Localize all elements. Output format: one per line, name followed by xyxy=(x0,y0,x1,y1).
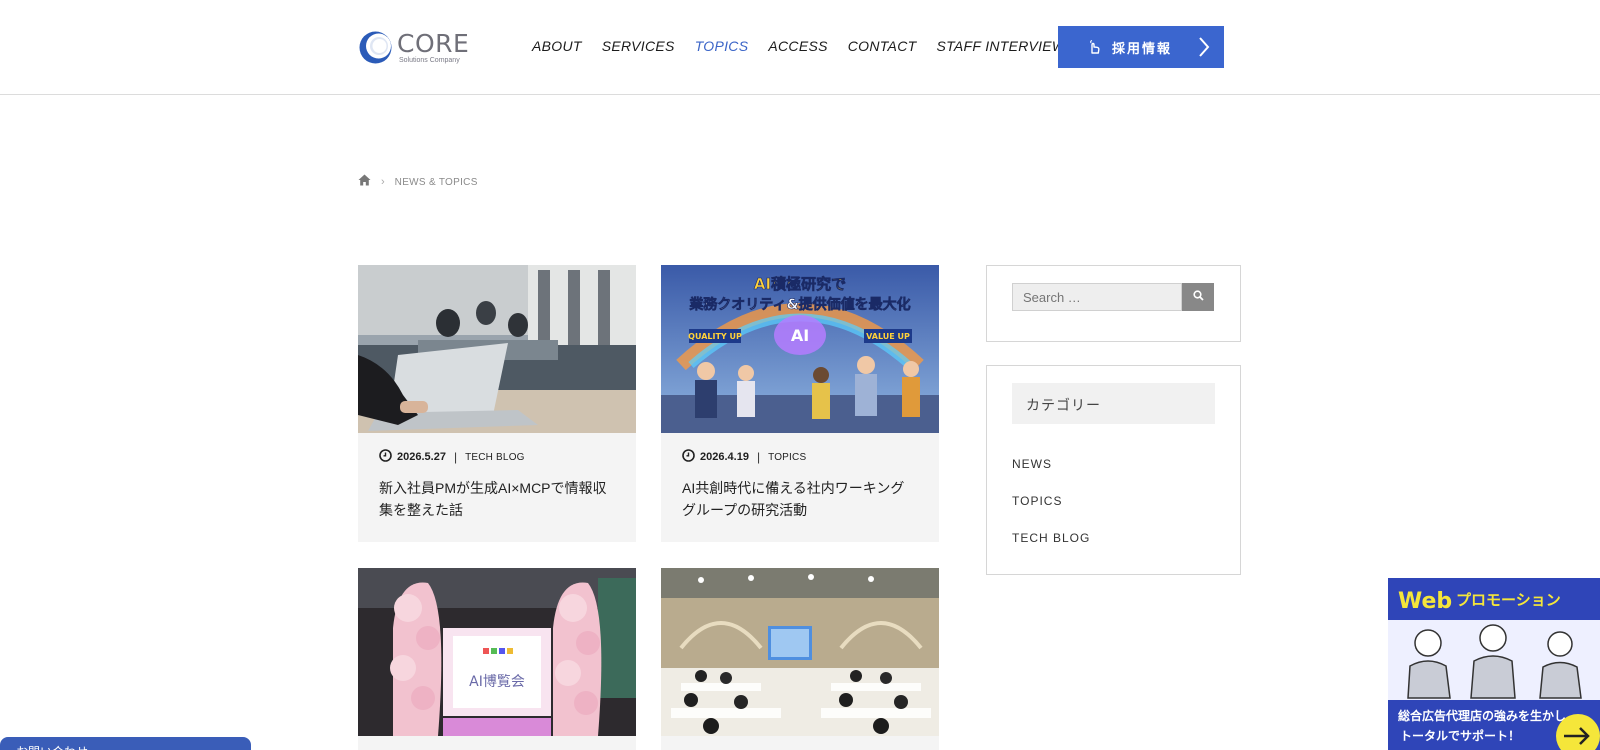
thumb-value-up: VALUE UP xyxy=(866,332,910,341)
post-thumbnail-seminar[interactable] xyxy=(661,568,939,736)
search-button[interactable] xyxy=(1182,283,1214,311)
search-widget xyxy=(986,265,1241,342)
promo-title-web: Web xyxy=(1398,589,1452,614)
search-form xyxy=(1012,283,1214,311)
logo-title: CORE xyxy=(397,29,470,58)
category-link-tech-blog[interactable]: TECH BLOG xyxy=(1012,531,1090,545)
meta-divider: | xyxy=(756,450,761,464)
category-widget: カテゴリー NEWS TOPICS TECH BLOG xyxy=(986,365,1241,575)
recruit-label: 採用情報 xyxy=(1112,40,1173,56)
thumb-ai-center: AI xyxy=(791,326,809,345)
post-card[interactable]: AI博覧会 xyxy=(358,568,636,750)
logo-mark-icon xyxy=(358,30,393,65)
breadcrumb-chevron-icon: › xyxy=(381,176,385,188)
post-date: 2026.5.27 xyxy=(397,451,446,463)
chevron-right-icon xyxy=(1198,37,1210,62)
post-thumbnail-ai-expo[interactable]: AI博覧会 xyxy=(358,568,636,736)
web-promotion-banner[interactable]: Web プロモーション 総合広告代理店の強みを生かし トータルでサポート！ xyxy=(1388,578,1600,750)
category-link-news[interactable]: NEWS xyxy=(1012,457,1052,471)
post-thumbnail-ai-research[interactable]: AI積極研究で 業務クオリティ&提供価値を最大化 AI QUALITY UP V… xyxy=(661,265,939,433)
home-icon[interactable] xyxy=(358,173,371,191)
post-card[interactable]: 2026.5.27 | TECH BLOG 新入社員PMが生成AI×MCPで情報… xyxy=(358,265,636,542)
thumb-ai-heading-2: 業務クオリティ&提供価値を最大化 xyxy=(688,296,910,313)
promo-line-1: 総合広告代理店の強みを生かし xyxy=(1398,708,1566,723)
category-heading: カテゴリー xyxy=(1012,383,1215,424)
meta-divider: | xyxy=(453,450,458,464)
post-date: 2026.4.19 xyxy=(700,451,749,463)
clock-icon xyxy=(379,449,392,465)
post-card[interactable] xyxy=(661,568,939,750)
post-category[interactable]: TECH BLOG xyxy=(465,452,525,463)
contact-floating-tab[interactable]: お問い合わせ xyxy=(0,737,251,750)
post-title[interactable]: AI共創時代に備える社内ワーキンググループの研究活動 xyxy=(682,477,918,521)
promo-title-rest: プロモーション xyxy=(1456,591,1561,609)
recruit-button[interactable]: 採用情報 xyxy=(1058,26,1224,68)
pointing-hand-icon xyxy=(1086,39,1102,55)
breadcrumb: › NEWS & TOPICS xyxy=(358,173,478,191)
logo-subtitle: Solutions Company xyxy=(399,57,460,64)
post-card[interactable]: AI積極研究で 業務クオリティ&提供価値を最大化 AI QUALITY UP V… xyxy=(661,265,939,542)
search-icon xyxy=(1192,288,1204,306)
post-title[interactable]: 新入社員PMが生成AI×MCPで情報収集を整えた話 xyxy=(379,477,615,521)
nav-services[interactable]: SERVICES xyxy=(602,38,675,54)
main-nav: ABOUT SERVICES TOPICS ACCESS CONTACT STA… xyxy=(532,38,1085,54)
post-thumbnail-laptop-office[interactable] xyxy=(358,265,636,433)
thumb-ai-heading-1: AI積極研究で xyxy=(754,275,846,293)
promo-line-2: トータルでサポート！ xyxy=(1400,728,1520,743)
nav-contact[interactable]: CONTACT xyxy=(848,38,917,54)
post-category[interactable]: TOPICS xyxy=(768,452,806,463)
site-header: CORE Solutions Company ABOUT SERVICES TO… xyxy=(0,0,1600,95)
breadcrumb-current: NEWS & TOPICS xyxy=(394,176,478,188)
nav-access[interactable]: ACCESS xyxy=(768,38,827,54)
nav-about[interactable]: ABOUT xyxy=(532,38,582,54)
search-input[interactable] xyxy=(1012,283,1182,311)
nav-staff-interview[interactable]: STAFF INTERVIEW xyxy=(936,38,1065,54)
nav-topics[interactable]: TOPICS xyxy=(695,38,749,54)
category-link-topics[interactable]: TOPICS xyxy=(1012,494,1062,508)
thumb-quality-up: QUALITY UP xyxy=(688,332,742,341)
thumb-expo-sign: AI博覧会 xyxy=(469,673,525,690)
site-logo[interactable]: CORE Solutions Company xyxy=(358,30,469,65)
clock-icon xyxy=(682,449,695,465)
